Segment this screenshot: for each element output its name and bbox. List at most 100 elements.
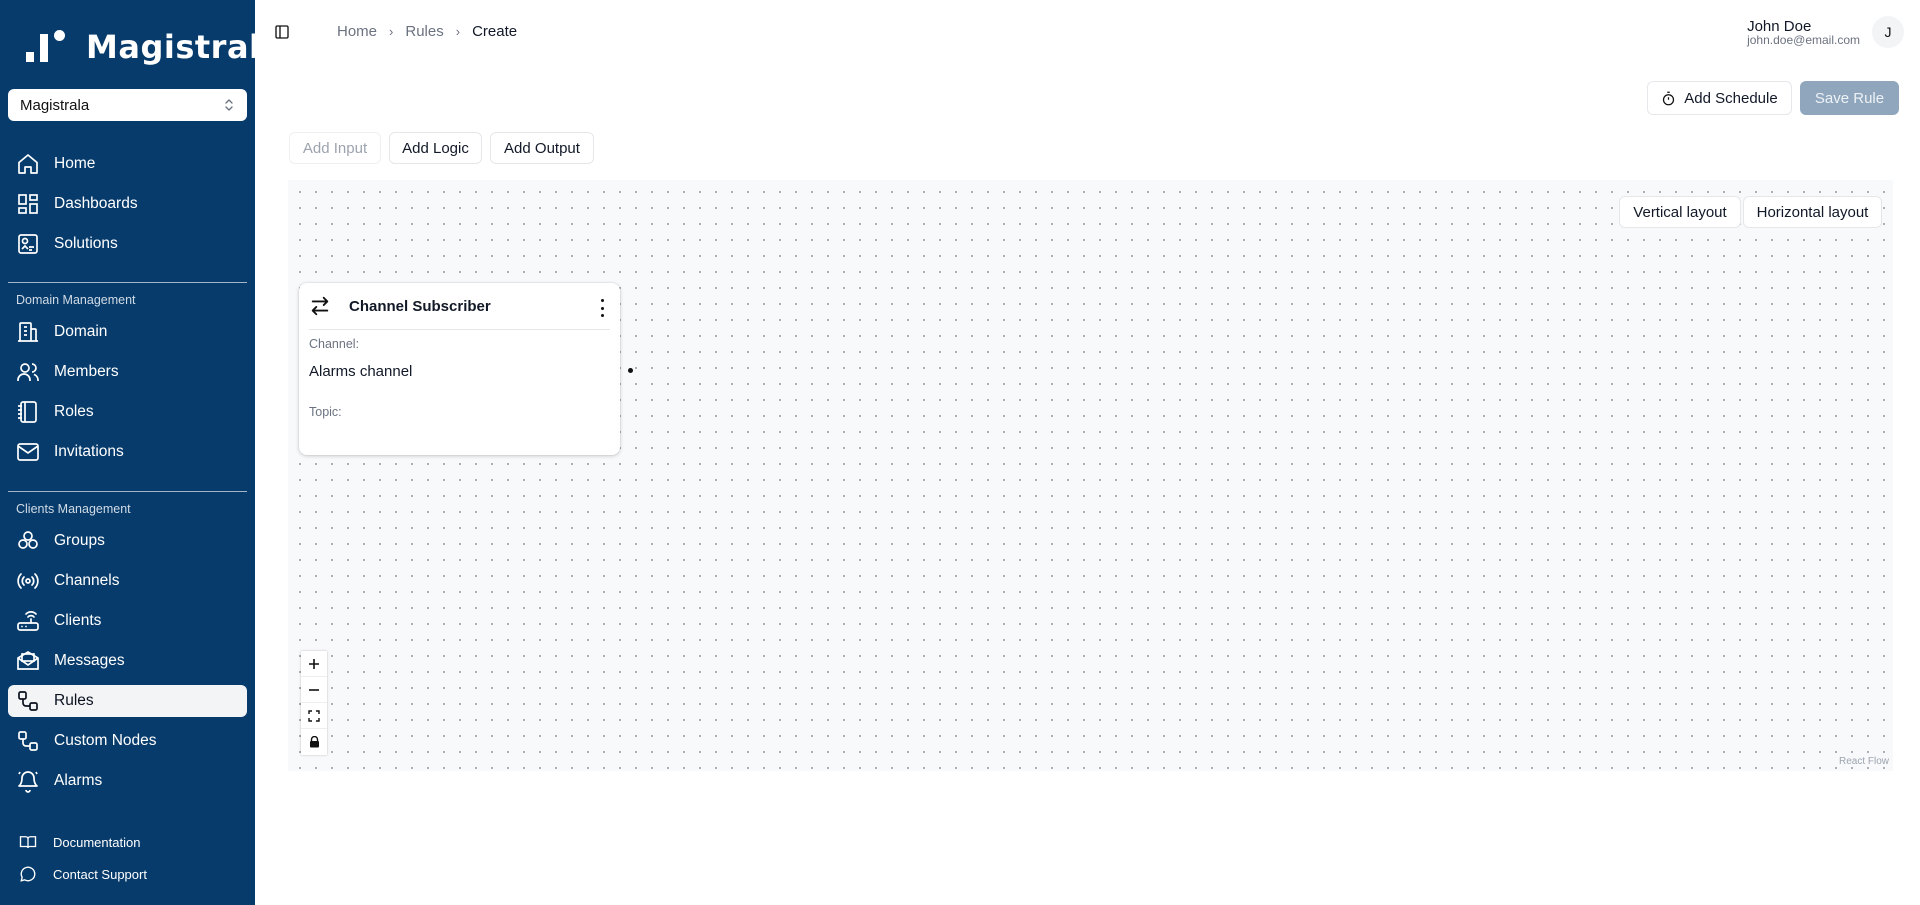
sidebar-item-label: Channels [54,572,120,589]
sidebar-item-label: Domain [54,323,108,340]
sidebar-item-label: Rules [54,692,94,709]
router-icon [17,611,39,631]
horizontal-layout-button[interactable]: Horizontal layout [1743,196,1882,228]
sidebar-item-label: Groups [54,532,105,549]
breadcrumb-current: Create [472,23,518,40]
zoom-out-button[interactable] [301,677,327,703]
book-icon [19,836,37,849]
flow-controls [301,651,327,755]
sidebar-item-members[interactable]: Members [8,356,247,388]
save-rule-button[interactable]: Save Rule [1800,81,1899,115]
more-vertical-icon[interactable] [594,299,610,317]
app-logo[interactable]: Magistrala [26,28,283,66]
channel-value: Alarms channel [309,363,413,380]
sidebar-item-rules[interactable]: Rules [8,685,247,717]
bell-icon [18,771,38,793]
sidebar-item-clients[interactable]: Clients [8,605,247,637]
groups-icon [18,531,38,549]
sidebar-item-solutions[interactable]: Solutions [8,228,247,260]
fit-view-icon [308,709,320,722]
add-logic-button[interactable]: Add Logic [389,132,482,164]
horizontal-layout-label: Horizontal layout [1756,203,1869,221]
plus-icon [309,658,319,669]
node-title: Channel Subscriber [349,297,491,315]
sidebar-item-label: Dashboards [54,195,138,212]
react-flow-attribution[interactable]: React Flow [1839,756,1889,767]
sidebar-item-groups[interactable]: Groups [8,525,247,557]
sidebar-toggle-button[interactable] [271,21,293,43]
node-header: Channel Subscriber [309,283,610,330]
sidebar-item-label: Contact Support [53,866,147,882]
lock-toggle-button[interactable] [301,729,327,755]
sidebar-item-documentation[interactable]: Documentation [8,826,247,858]
channel-label: Channel: [309,337,360,351]
breadcrumb-rules[interactable]: Rules [405,23,443,40]
add-output-label: Add Output [504,139,580,157]
sidebar-item-label: Solutions [54,235,118,252]
section-label-clients: Clients Management [16,502,131,516]
node-output-handle[interactable] [628,368,633,373]
user-email: john.doe@email.com [1747,33,1860,47]
sidebar-item-invitations[interactable]: Invitations [8,436,247,468]
sidebar-item-label: Members [54,363,119,380]
workflow-icon [18,731,38,751]
logo-mark-icon [26,30,72,64]
sidebar-item-label: Roles [54,403,94,420]
sidebar-item-label: Custom Nodes [54,732,157,749]
zoom-in-button[interactable] [301,651,327,677]
sidebar-divider [8,282,247,283]
sidebar-item-alarms[interactable]: Alarms [8,765,247,797]
chat-icon [20,866,36,882]
sidebar: Magistrala Magistrala Home Dashboards So… [0,0,282,905]
vertical-layout-label: Vertical layout [1633,203,1727,221]
sidebar-item-messages[interactable]: Messages [8,645,247,677]
add-schedule-button[interactable]: Add Schedule [1647,81,1792,115]
notebook-icon [18,401,37,423]
timer-icon [1663,91,1675,105]
sidebar-item-custom-nodes[interactable]: Custom Nodes [8,725,247,757]
user-info[interactable]: John Doe john.doe@email.com [1747,18,1860,47]
section-label-domain: Domain Management [16,293,136,307]
dashboard-icon [18,194,38,214]
sidebar-item-label: Alarms [54,772,103,789]
add-input-button[interactable]: Add Input [289,132,381,164]
domain-selector[interactable]: Magistrala [8,89,247,121]
panel-left-icon [275,25,289,39]
breadcrumb-home[interactable]: Home [337,23,377,40]
chevron-right-icon: › [389,24,394,39]
vertical-layout-button[interactable]: Vertical layout [1619,196,1741,228]
flow-canvas[interactable]: Vertical layout Horizontal layout Channe… [288,180,1893,771]
sidebar-item-channels[interactable]: Channels [8,565,247,597]
add-input-label: Add Input [302,139,368,157]
add-output-button[interactable]: Add Output [490,132,594,164]
sidebar-item-domain[interactable]: Domain [8,316,247,348]
home-icon [18,154,38,174]
sidebar-item-dashboards[interactable]: Dashboards [8,188,247,220]
mail-open-icon [17,651,39,670]
add-logic-label: Add Logic [402,139,469,157]
sidebar-item-label: Home [54,155,96,172]
save-rule-label: Save Rule [1814,89,1885,107]
lock-icon [309,736,319,748]
chevron-up-down-icon [223,98,235,112]
building-icon [18,322,38,342]
sidebar-item-roles[interactable]: Roles [8,396,247,428]
logo-text: Magistrala [86,28,283,66]
sidebar-item-label: Messages [54,652,125,669]
topic-label: Topic: [309,405,342,419]
breadcrumb: Home › Rules › Create [337,23,517,40]
minus-icon [309,688,319,691]
sidebar-item-contact-support[interactable]: Contact Support [8,858,247,890]
fit-view-button[interactable] [301,703,327,729]
add-schedule-label: Add Schedule [1684,89,1778,107]
avatar[interactable]: J [1872,16,1904,48]
chevron-right-icon: › [455,24,461,39]
sidebar-item-label: Invitations [54,443,124,460]
sidebar-item-label: Clients [54,612,102,629]
workflow-icon [18,691,38,711]
mail-icon [17,443,39,461]
sidebar-item-home[interactable]: Home [8,148,247,180]
channel-subscriber-node[interactable]: Channel Subscriber Channel: Alarms chann… [299,283,633,455]
users-icon [17,363,39,381]
sidebar-item-label: Documentation [53,834,141,850]
